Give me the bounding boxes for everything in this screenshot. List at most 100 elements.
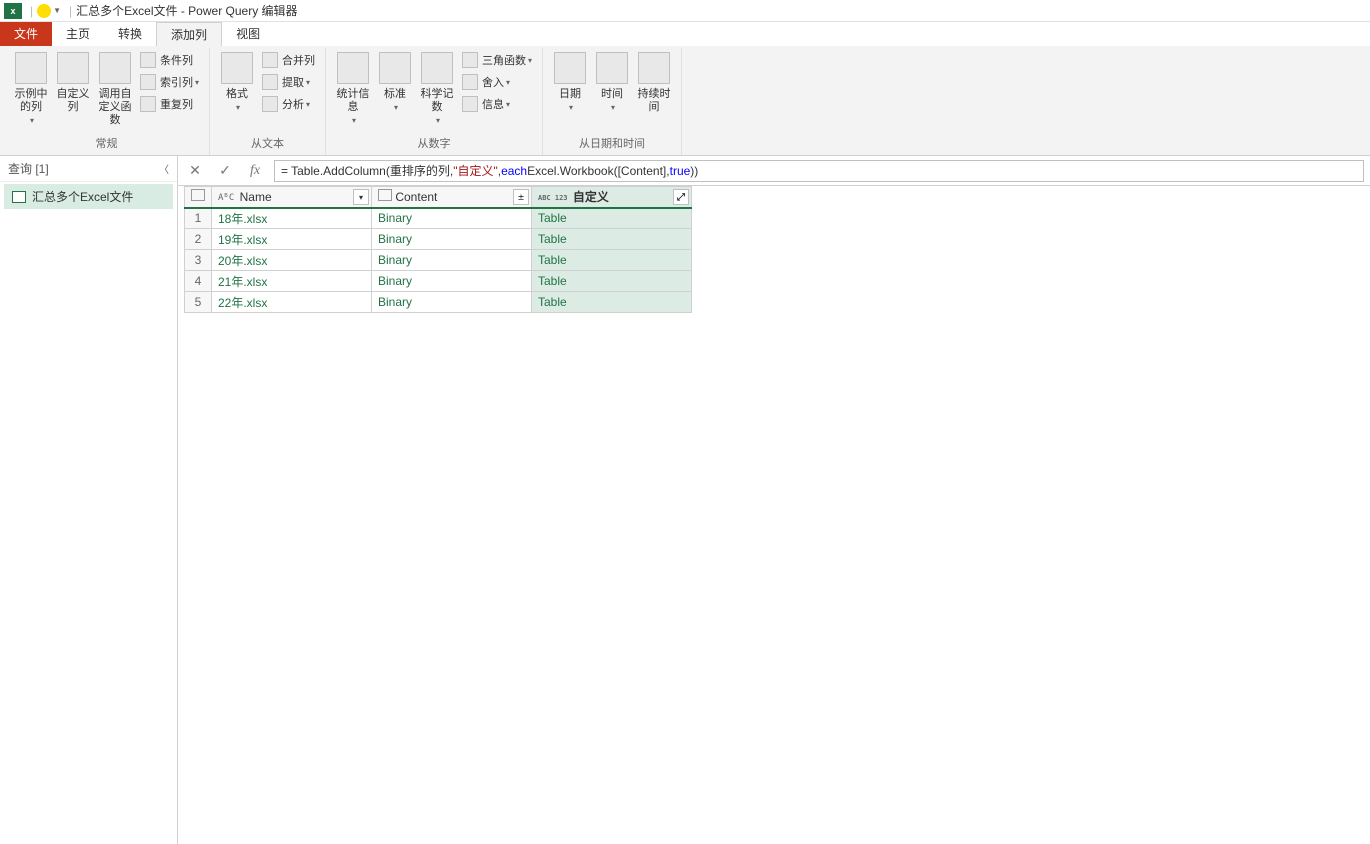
chevron-down-icon: ▾ (195, 78, 199, 87)
invoke-function-button[interactable]: 调用自定义函数 (94, 48, 136, 131)
duration-button[interactable]: 持续时间 (633, 48, 675, 118)
date-button[interactable]: 日期▾ (549, 48, 591, 118)
query-item[interactable]: 汇总多个Excel文件 (4, 184, 173, 209)
cell-content[interactable]: Binary (372, 250, 532, 271)
info-button[interactable]: 信息▾ (458, 94, 536, 114)
excel-app-icon: x (4, 3, 22, 19)
cell-content[interactable]: Binary (372, 271, 532, 292)
tab-home[interactable]: 主页 (52, 22, 104, 46)
conditional-column-button[interactable]: 条件列 (136, 50, 203, 70)
duration-icon (638, 52, 670, 84)
column-header-name-label: Name (240, 190, 272, 204)
formula-bar: ✕ ✓ fx = Table.AddColumn(重排序的列, "自定义" , … (178, 156, 1370, 186)
date-icon (554, 52, 586, 84)
cell-name[interactable]: 19年.xlsx (212, 229, 372, 250)
grid-corner[interactable] (185, 187, 212, 208)
rounding-button[interactable]: 舍入▾ (458, 72, 536, 92)
time-button[interactable]: 时间▾ (591, 48, 633, 118)
time-label: 时间 (601, 88, 623, 101)
column-header-custom[interactable]: ABC 123 自定义 ⤢ (532, 187, 692, 208)
formula-input[interactable]: = Table.AddColumn(重排序的列, "自定义" , each Ex… (274, 160, 1364, 182)
cell-custom[interactable]: Table (532, 250, 692, 271)
index-column-label: 索引列 (160, 74, 193, 90)
extract-button[interactable]: 提取▾ (258, 72, 319, 92)
row-number[interactable]: 2 (185, 229, 212, 250)
format-button[interactable]: 格式▾ (216, 48, 258, 118)
group-from-text-label: 从文本 (216, 133, 319, 155)
index-column-button[interactable]: 索引列▾ (136, 72, 203, 92)
cell-content[interactable]: Binary (372, 292, 532, 313)
column-header-name[interactable]: AᴮC Name ▾ (212, 187, 372, 208)
formula-accept-button[interactable]: ✓ (214, 160, 236, 182)
chevron-down-icon: ▾ (306, 100, 310, 109)
table-row[interactable]: 118年.xlsxBinaryTable (185, 208, 692, 229)
qat-dropdown-icon[interactable]: ▼ (53, 6, 61, 15)
rounding-icon (462, 74, 478, 90)
table-row[interactable]: 421年.xlsxBinaryTable (185, 271, 692, 292)
cell-name[interactable]: 21年.xlsx (212, 271, 372, 292)
formula-text-1: = Table.AddColumn(重排序的列, (281, 162, 453, 179)
from-example-button[interactable]: 示例中的列▾ (10, 48, 52, 131)
duplicate-column-button[interactable]: 重复列 (136, 94, 203, 114)
standard-button[interactable]: 标准▾ (374, 48, 416, 118)
tab-add-column[interactable]: 添加列 (156, 22, 222, 46)
formula-cancel-button[interactable]: ✕ (184, 160, 206, 182)
smiley-icon[interactable] (37, 4, 51, 18)
row-number[interactable]: 3 (185, 250, 212, 271)
merge-columns-button[interactable]: 合并列 (258, 50, 319, 70)
scientific-button[interactable]: 科学记数▾ (416, 48, 458, 131)
cell-custom[interactable]: Table (532, 271, 692, 292)
expand-column-icon[interactable]: ⤢ (673, 189, 689, 205)
index-column-icon (140, 74, 156, 90)
format-label: 格式 (226, 88, 248, 101)
collapse-pane-icon[interactable]: 〈 (159, 161, 169, 176)
row-number[interactable]: 1 (185, 208, 212, 229)
scientific-icon (421, 52, 453, 84)
tab-transform[interactable]: 转换 (104, 22, 156, 46)
cell-name[interactable]: 18年.xlsx (212, 208, 372, 229)
filter-dropdown-icon[interactable]: ▾ (353, 189, 369, 205)
column-header-custom-label: 自定义 (573, 190, 609, 204)
table-row[interactable]: 320年.xlsxBinaryTable (185, 250, 692, 271)
cell-content[interactable]: Binary (372, 208, 532, 229)
extract-icon (262, 74, 278, 90)
cell-name[interactable]: 22年.xlsx (212, 292, 372, 313)
custom-column-button[interactable]: 自定义列 (52, 48, 94, 118)
parse-icon (262, 96, 278, 112)
chevron-down-icon: ▾ (436, 114, 440, 127)
cell-content[interactable]: Binary (372, 229, 532, 250)
statistics-button[interactable]: 统计信息▾ (332, 48, 374, 131)
merge-columns-icon (262, 52, 278, 68)
queries-pane: 查询 [1] 〈 汇总多个Excel文件 (0, 156, 178, 844)
group-from-number: 统计信息▾ 标准▾ 科学记数▾ 三角函数▾ 舍入▾ 信息▾ 从数字 (326, 48, 543, 155)
tab-file[interactable]: 文件 (0, 22, 52, 46)
trig-label: 三角函数 (482, 52, 526, 68)
formula-text-3: Excel.Workbook([Content], (527, 164, 670, 178)
merge-columns-label: 合并列 (282, 52, 315, 68)
trig-button[interactable]: 三角函数▾ (458, 50, 536, 70)
row-number[interactable]: 5 (185, 292, 212, 313)
cell-custom[interactable]: Table (532, 229, 692, 250)
tab-view[interactable]: 视图 (222, 22, 274, 46)
expand-icon[interactable]: ± (513, 189, 529, 205)
fx-icon[interactable]: fx (244, 160, 266, 182)
group-from-datetime: 日期▾ 时间▾ 持续时间 从日期和时间 (543, 48, 682, 155)
statistics-label: 统计信息 (334, 88, 372, 114)
data-grid-wrap: AᴮC Name ▾ Content ± ABC 123 自定义 ⤢ (178, 186, 1370, 313)
table-select-icon (191, 189, 205, 201)
cell-custom[interactable]: Table (532, 292, 692, 313)
queries-header-label: 查询 [1] (8, 160, 49, 177)
custom-column-icon (57, 52, 89, 84)
cell-name[interactable]: 20年.xlsx (212, 250, 372, 271)
chevron-down-icon: ▾ (506, 78, 510, 87)
column-header-content[interactable]: Content ± (372, 187, 532, 208)
chevron-down-icon: ▾ (611, 101, 615, 114)
table-row[interactable]: 522年.xlsxBinaryTable (185, 292, 692, 313)
separator: | (69, 4, 72, 18)
row-number[interactable]: 4 (185, 271, 212, 292)
separator: | (30, 4, 33, 18)
table-row[interactable]: 219年.xlsxBinaryTable (185, 229, 692, 250)
cell-custom[interactable]: Table (532, 208, 692, 229)
ribbon: 示例中的列▾ 自定义列 调用自定义函数 条件列 索引列▾ 重复列 常规 格式▾ (0, 46, 1370, 156)
parse-button[interactable]: 分析▾ (258, 94, 319, 114)
